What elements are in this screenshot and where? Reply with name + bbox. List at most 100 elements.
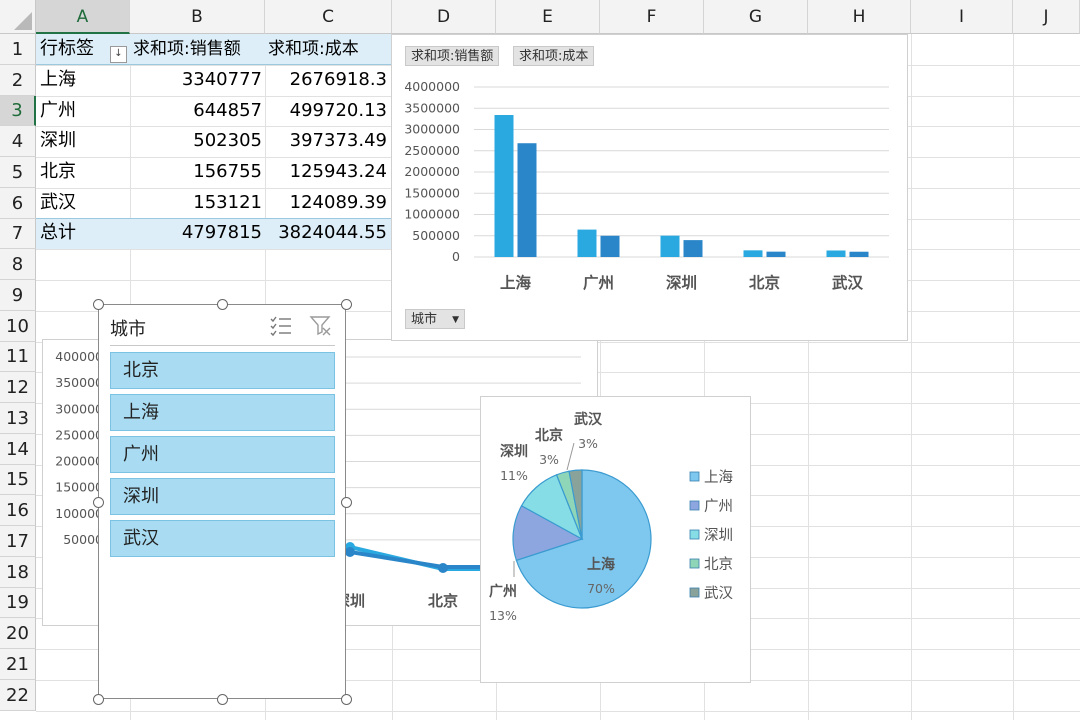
pie-chart[interactable]: 上海 70% 广州 13% 深圳 11% 北京 3% 武汉 3% 上海 广州 深圳 北京 武汉 (480, 396, 751, 683)
pie-slice-label: 北京 (535, 427, 563, 444)
line-y-tick-label: 400000 (55, 349, 103, 364)
column-header-i[interactable]: I (911, 0, 1013, 34)
row-header-11[interactable]: 11 (0, 342, 36, 372)
row-header-12[interactable]: 12 (0, 372, 36, 403)
pivot-cell-city[interactable]: 北京 (36, 157, 129, 187)
bar-y-tick-label: 0 (452, 249, 460, 264)
column-header-e[interactable]: E (496, 0, 600, 34)
pivot-cell-sales[interactable]: 3340777 (129, 65, 266, 95)
bar-mark (743, 250, 763, 257)
row-header-3[interactable]: 3 (0, 96, 36, 126)
bar-y-tick-label: 3000000 (404, 122, 460, 137)
slicer-item[interactable]: 北京 (110, 352, 335, 389)
pie-leader-line (566, 442, 575, 471)
column-header-c[interactable]: C (265, 0, 392, 34)
row-header-2[interactable]: 2 (0, 65, 36, 96)
slicer-item[interactable]: 深圳 (110, 478, 335, 515)
row-header-21[interactable]: 21 (0, 649, 36, 680)
bar-chart-city-filter-button[interactable]: 城市 ▼ (405, 309, 465, 329)
resize-handle[interactable] (341, 694, 352, 705)
line-y-tick-label: 200000 (55, 454, 103, 469)
pie-slice-label: 上海 (587, 556, 615, 573)
row-header-18[interactable]: 18 (0, 557, 36, 588)
pivot-cell-cost[interactable]: 499720.13 (264, 96, 391, 126)
resize-handle[interactable] (93, 299, 104, 310)
pivot-cell-city[interactable]: 武汉 (36, 188, 129, 218)
pivot-cell-sales[interactable]: 153121 (129, 188, 266, 218)
row-header-5[interactable]: 5 (0, 157, 36, 188)
pivot-cell-sales[interactable]: 644857 (129, 96, 266, 126)
bar-mark (849, 251, 869, 257)
column-header-d[interactable]: D (392, 0, 496, 34)
column-header-j[interactable]: J (1013, 0, 1080, 34)
bar-y-tick-label: 1500000 (404, 185, 460, 200)
pivot-cell-cost[interactable]: 125943.24 (264, 157, 391, 187)
pie-legend-label: 北京 (704, 556, 733, 573)
row-header-1[interactable]: 1 (0, 34, 36, 65)
row-header-13[interactable]: 13 (0, 403, 36, 434)
dropdown-arrow-icon: ▼ (452, 315, 459, 325)
pivot-cell-sales[interactable]: 502305 (129, 126, 266, 156)
slicer-item[interactable]: 武汉 (110, 520, 335, 557)
row-header-15[interactable]: 15 (0, 465, 36, 495)
column-header-a[interactable]: A (36, 0, 130, 34)
bar-x-tick-label: 广州 (583, 273, 614, 292)
pivot-total-cost[interactable]: 3824044.55 (264, 218, 391, 248)
bar-chart-sales-field-button[interactable]: 求和项:销售额 (405, 46, 500, 66)
city-slicer[interactable]: 城市 北京上海广州深圳武汉 (98, 304, 346, 699)
resize-handle[interactable] (341, 497, 352, 508)
pivot-cell-city[interactable]: 深圳 (36, 126, 129, 156)
pivot-cell-cost[interactable]: 397373.49 (264, 126, 391, 156)
row-header-7[interactable]: 7 (0, 219, 36, 249)
pivot-cell-city[interactable]: 广州 (36, 96, 129, 126)
column-header-f[interactable]: F (600, 0, 704, 34)
pie-legend-label: 上海 (704, 469, 733, 486)
pivot-total-label[interactable]: 总计 (36, 218, 129, 248)
row-header-8[interactable]: 8 (0, 249, 36, 280)
resize-handle[interactable] (93, 497, 104, 508)
multi-select-icon[interactable] (269, 315, 293, 337)
select-all-corner[interactable] (0, 0, 36, 34)
row-header-19[interactable]: 19 (0, 588, 36, 618)
slicer-item[interactable]: 上海 (110, 394, 335, 431)
slicer-item[interactable]: 广州 (110, 436, 335, 473)
bar-mark (766, 251, 786, 257)
row-header-6[interactable]: 6 (0, 188, 36, 219)
column-header-h[interactable]: H (808, 0, 911, 34)
pie-legend-swatch (689, 500, 700, 511)
bar-y-tick-label: 2000000 (404, 164, 460, 179)
pivot-header-cost[interactable]: 求和项:成本 (264, 34, 394, 64)
pie-slice-percent: 11% (500, 468, 528, 483)
pivot-cell-city[interactable]: 上海 (36, 65, 129, 95)
row-header-14[interactable]: 14 (0, 434, 36, 465)
pivot-cell-sales[interactable]: 156755 (129, 157, 266, 187)
pivot-cell-cost[interactable]: 2676918.3 (264, 65, 391, 95)
filter-dropdown-icon[interactable]: ↓ (110, 46, 127, 63)
pie-legend-swatch (689, 471, 700, 482)
slicer-title: 城市 (110, 319, 146, 340)
clear-filter-icon[interactable] (309, 314, 333, 338)
row-header-4[interactable]: 4 (0, 126, 36, 157)
row-header-17[interactable]: 17 (0, 526, 36, 557)
resize-handle[interactable] (217, 694, 228, 705)
row-header-20[interactable]: 20 (0, 618, 36, 649)
resize-handle[interactable] (93, 694, 104, 705)
pivot-cell-cost[interactable]: 124089.39 (264, 188, 391, 218)
row-header-9[interactable]: 9 (0, 280, 36, 311)
resize-handle[interactable] (217, 299, 228, 310)
bar-y-tick-label: 4000000 (404, 79, 460, 94)
row-header-22[interactable]: 22 (0, 680, 36, 711)
pivot-header-sales[interactable]: 求和项:销售额 (129, 34, 266, 64)
line-y-tick-label: 250000 (55, 427, 103, 442)
bar-chart[interactable]: 求和项:销售额 求和项:成本 0 500000 1000000 1500000 2000… (391, 34, 908, 341)
column-gridline (1013, 34, 1014, 720)
resize-handle[interactable] (341, 299, 352, 310)
row-header-10[interactable]: 10 (0, 311, 36, 342)
column-header-b[interactable]: B (130, 0, 265, 34)
bar-chart-svg: 0 500000 1000000 1500000 2000000 2500000 30000… (404, 79, 889, 292)
pivot-total-sales[interactable]: 4797815 (129, 218, 266, 248)
line-y-tick-label: 100000 (55, 506, 103, 521)
bar-chart-cost-field-button[interactable]: 求和项:成本 (513, 46, 595, 66)
column-header-g[interactable]: G (704, 0, 808, 34)
row-header-16[interactable]: 16 (0, 495, 36, 526)
